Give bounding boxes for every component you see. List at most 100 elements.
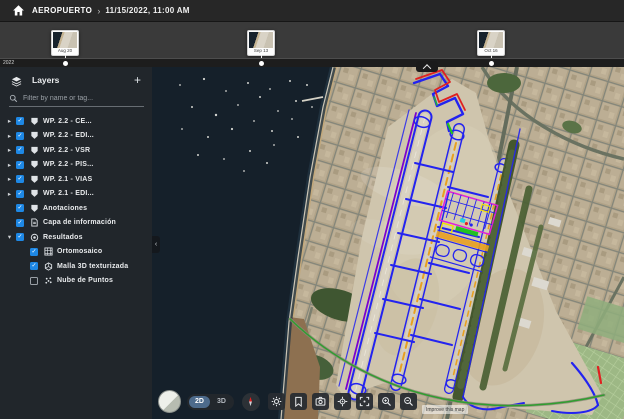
layer-checkbox[interactable]: ✓ xyxy=(16,233,24,242)
layer-item-wp-2-2-ce[interactable]: ▸ ✓ WP. 2.2 - CE... xyxy=(0,114,152,129)
sidebar-collapse-button[interactable]: ‹ xyxy=(152,236,160,253)
layer-item-malla-3d-texturizada[interactable]: ✓ Malla 3D texturizada xyxy=(0,259,152,274)
add-annotation-button[interactable] xyxy=(289,393,307,410)
layer-label: WP. 2.2 - PIS... xyxy=(43,161,94,169)
breadcrumb-project[interactable]: AEROPUERTO xyxy=(32,6,92,15)
compass-button[interactable] xyxy=(241,392,260,411)
layer-filter-input[interactable] xyxy=(23,95,144,102)
zoomin-icon xyxy=(382,397,391,406)
snapshot-card-oct-16[interactable]: Oct 16 xyxy=(477,30,505,60)
settings-icon xyxy=(271,396,282,407)
layer-item-resultados[interactable]: ▾ ✓ Resultados xyxy=(0,230,152,245)
layer-item-wp-2-2-vsr[interactable]: ▸ ✓ WP. 2.2 - VSR xyxy=(0,143,152,158)
settings-button[interactable] xyxy=(267,393,285,410)
ortho-icon xyxy=(44,247,53,256)
layer-filter xyxy=(9,94,144,107)
snapshot-date-label: Sep 13 xyxy=(253,48,269,53)
layer-item-wp-2-2-pis[interactable]: ▸ ✓ WP. 2.2 - PIS... xyxy=(0,158,152,173)
layer-checkbox[interactable]: ✓ xyxy=(16,117,24,126)
chevron-right-icon[interactable]: ▸ xyxy=(5,146,14,154)
timeline-collapse-button[interactable] xyxy=(416,61,438,73)
layer-label: WP. 2.2 - EDI... xyxy=(43,132,94,140)
chevron-right-icon[interactable]: ▸ xyxy=(5,175,14,183)
locate-icon xyxy=(337,396,348,407)
layer-icon xyxy=(30,189,39,198)
layer-checkbox[interactable]: ✓ xyxy=(16,204,24,213)
map-toolbar: 2D 3D xyxy=(158,390,417,413)
layer-label: Anotaciones xyxy=(43,204,88,212)
layer-label: WP. 2.2 - CE... xyxy=(43,117,92,125)
chevron-right-icon[interactable]: ▸ xyxy=(5,132,14,140)
timeline-point-oct-16[interactable] xyxy=(488,61,494,66)
layer-checkbox[interactable]: ✓ xyxy=(16,160,24,169)
timeline: Aug 20 Sep 13 Oct 16 2022 xyxy=(0,22,624,67)
chevron-right-icon[interactable]: ▸ xyxy=(5,161,14,169)
layer-checkbox[interactable]: ✓ xyxy=(16,131,24,140)
breadcrumb-dataset-date: 11/15/2022, 11:00 AM xyxy=(105,6,190,15)
snapshot-card-aug-20[interactable]: Aug 20 xyxy=(51,30,79,60)
toolbar-buttons xyxy=(267,393,417,410)
screenshot-button[interactable] xyxy=(311,393,329,410)
view-mode-switch: 2D 3D xyxy=(187,393,234,410)
mode-2d-button[interactable]: 2D xyxy=(189,395,210,408)
layer-checkbox[interactable]: ✓ xyxy=(16,146,24,155)
info-icon xyxy=(30,218,39,227)
timeline-track[interactable]: 2022 xyxy=(0,58,624,67)
layer-item-nube-de-puntos[interactable]: Nube de Puntos xyxy=(0,274,152,289)
zoom-out-button[interactable] xyxy=(399,393,417,410)
camera-icon xyxy=(315,396,326,406)
app-window: AEROPUERTO › 11/15/2022, 11:00 AM Aug 20… xyxy=(0,0,624,419)
locate-button[interactable] xyxy=(333,393,351,410)
layer-label: Malla 3D texturizada xyxy=(57,262,129,270)
timeline-point-sep-13[interactable] xyxy=(258,61,264,66)
layer-item-capa-de-informaci-n[interactable]: ✓ Capa de información xyxy=(0,216,152,231)
home-icon[interactable] xyxy=(12,4,25,17)
chevron-right-icon[interactable]: ▸ xyxy=(5,190,14,198)
mode-3d-button[interactable]: 3D xyxy=(211,396,232,408)
breadcrumb-separator: › xyxy=(97,5,101,16)
zoom-in-button[interactable] xyxy=(377,393,395,410)
layer-label: Capa de información xyxy=(43,219,117,227)
top-header-bar: AEROPUERTO › 11/15/2022, 11:00 AM xyxy=(0,0,624,22)
layer-item-anotaciones[interactable]: ✓ Anotaciones xyxy=(0,201,152,216)
snapshot-card-sep-13[interactable]: Sep 13 xyxy=(247,30,275,60)
chevron-up-icon xyxy=(422,63,432,73)
basemap-toggle-button[interactable] xyxy=(158,390,181,413)
timeline-point-aug-20[interactable] xyxy=(62,61,68,66)
layer-label: WP. 2.2 - VSR xyxy=(43,146,91,154)
chevron-right-icon[interactable]: ▸ xyxy=(5,117,14,125)
layer-item-wp-2-1-edi[interactable]: ▸ ✓ WP. 2.1 - EDI... xyxy=(0,187,152,202)
layer-label: WP. 2.1 - EDI... xyxy=(43,190,94,198)
layer-checkbox[interactable]: ✓ xyxy=(16,218,24,227)
layer-checkbox[interactable]: ✓ xyxy=(30,262,38,271)
snapshot-thumbnail xyxy=(479,32,503,48)
snapshot-date-label: Oct 16 xyxy=(484,48,498,53)
layer-icon xyxy=(30,160,39,169)
map-attribution[interactable]: Improve this map xyxy=(422,405,469,414)
chevron-down-icon[interactable]: ▾ xyxy=(5,233,14,241)
layer-label: WP. 2.1 - VIAS xyxy=(43,175,93,183)
layer-item-wp-2-2-edi[interactable]: ▸ ✓ WP. 2.2 - EDI... xyxy=(0,129,152,144)
compass-icon xyxy=(249,396,253,407)
layer-icon xyxy=(30,117,39,126)
layer-checkbox[interactable]: ✓ xyxy=(16,175,24,184)
layers-panel: Layers + ▸✓WP. 2.2 - CE...▸✓WP. 2.2 - ED… xyxy=(0,67,152,419)
layer-label: Resultados xyxy=(43,233,83,241)
layer-label: Nube de Puntos xyxy=(57,277,114,285)
zoomout-icon xyxy=(404,397,413,406)
layer-item-wp-2-1-vias[interactable]: ▸ ✓ WP. 2.1 - VIAS xyxy=(0,172,152,187)
add-layer-button[interactable]: + xyxy=(132,74,143,86)
map-canvas[interactable]: Improve this map xyxy=(152,67,624,419)
satellite-map xyxy=(152,67,624,419)
layer-checkbox[interactable]: ✓ xyxy=(30,247,38,256)
layer-checkbox[interactable] xyxy=(30,276,38,285)
snapshot-thumbnail xyxy=(249,32,273,48)
layers-panel-icon xyxy=(11,76,22,87)
bookmark-icon xyxy=(295,396,302,407)
points-icon xyxy=(44,276,53,285)
fit-view-button[interactable] xyxy=(355,393,373,410)
search-icon xyxy=(9,94,18,103)
layer-item-ortomosaico[interactable]: ✓ Ortomosaico xyxy=(0,245,152,260)
layer-icon xyxy=(30,175,39,184)
layer-checkbox[interactable]: ✓ xyxy=(16,189,24,198)
